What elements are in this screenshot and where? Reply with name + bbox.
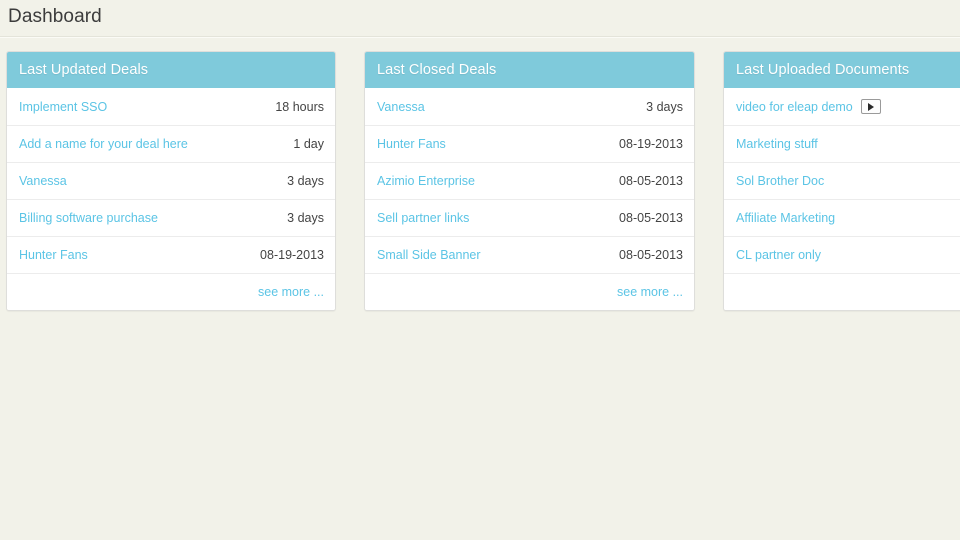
deal-date: 3 days [646, 99, 683, 114]
card-footer-last-closed-deals: see more ... [365, 273, 694, 310]
deal-date: 08-19-2013 [619, 137, 683, 151]
page-title: Dashboard [8, 6, 102, 27]
document-link[interactable]: Sol Brother Doc [736, 174, 824, 188]
dashboard-cards-row: Last Updated Deals Implement SSO 18 hour… [0, 51, 960, 321]
card-body-last-updated-deals: Implement SSO 18 hours Add a name for yo… [7, 88, 335, 273]
see-more-link[interactable]: see more ... [617, 285, 683, 299]
deal-time: 1 day [293, 137, 324, 151]
document-link-wrapper[interactable]: video for eleap demo [736, 99, 881, 114]
document-link[interactable]: Marketing stuff [736, 137, 818, 151]
table-row[interactable]: Sol Brother Doc A [724, 162, 960, 199]
card-footer-last-uploaded-documents: see more ... [724, 273, 960, 310]
deal-link[interactable]: Small Side Banner [377, 248, 481, 262]
document-link[interactable]: video for eleap demo [736, 100, 853, 114]
card-body-last-uploaded-documents: video for eleap demo A Marketing stuff A… [724, 88, 960, 273]
document-link[interactable]: Affiliate Marketing [736, 211, 835, 225]
card-header-last-uploaded-documents: Last Uploaded Documents [724, 52, 960, 88]
table-row[interactable]: CL partner only A [724, 236, 960, 273]
play-icon[interactable] [860, 99, 881, 114]
table-row[interactable]: Sell partner links 08-05-2013 [365, 199, 694, 236]
table-row[interactable]: Billing software purchase 3 days [7, 199, 335, 236]
deal-date: 08-05-2013 [619, 248, 683, 262]
deal-link[interactable]: Hunter Fans [19, 248, 88, 262]
card-last-closed-deals: Last Closed Deals Vanessa 3 days Hunter … [364, 51, 695, 311]
deal-time: 3 days [287, 174, 324, 188]
deal-link[interactable]: Billing software purchase [19, 211, 158, 225]
card-footer-last-updated-deals: see more ... [7, 273, 335, 310]
deal-link[interactable]: Sell partner links [377, 211, 469, 225]
deal-link[interactable]: Add a name for your deal here [19, 137, 188, 151]
see-more-link[interactable]: see more ... [258, 285, 324, 299]
dashboard-page: Dashboard Last Updated Deals Implement S… [0, 0, 960, 540]
deal-time: 18 hours [275, 99, 324, 114]
deal-time: 08-19-2013 [260, 248, 324, 262]
table-row[interactable]: Azimio Enterprise 08-05-2013 [365, 162, 694, 199]
table-row[interactable]: Vanessa 3 days [7, 162, 335, 199]
card-header-last-closed-deals: Last Closed Deals [365, 52, 694, 88]
title-divider [0, 36, 960, 38]
deal-link[interactable]: Vanessa [377, 100, 425, 114]
card-header-last-updated-deals: Last Updated Deals [7, 52, 335, 88]
play-triangle [868, 102, 875, 111]
table-row[interactable]: Hunter Fans 08-19-2013 [7, 236, 335, 273]
deal-link[interactable]: Vanessa [19, 174, 67, 188]
card-last-uploaded-documents: Last Uploaded Documents video for eleap … [723, 51, 960, 311]
document-link[interactable]: CL partner only [736, 248, 821, 262]
table-row[interactable]: Marketing stuff A [724, 125, 960, 162]
table-row[interactable]: Implement SSO 18 hours [7, 88, 335, 125]
table-row[interactable]: Small Side Banner 08-05-2013 [365, 236, 694, 273]
table-row[interactable]: video for eleap demo A [724, 88, 960, 125]
table-row[interactable]: Vanessa 3 days [365, 88, 694, 125]
deal-time: 3 days [287, 211, 324, 225]
card-last-updated-deals: Last Updated Deals Implement SSO 18 hour… [6, 51, 336, 311]
deal-link[interactable]: Hunter Fans [377, 137, 446, 151]
deal-date: 08-05-2013 [619, 174, 683, 188]
card-body-last-closed-deals: Vanessa 3 days Hunter Fans 08-19-2013 Az… [365, 88, 694, 273]
table-row[interactable]: Affiliate Marketing A [724, 199, 960, 236]
table-row[interactable]: Add a name for your deal here 1 day [7, 125, 335, 162]
deal-link[interactable]: Implement SSO [19, 100, 107, 114]
deal-date: 08-05-2013 [619, 211, 683, 225]
table-row[interactable]: Hunter Fans 08-19-2013 [365, 125, 694, 162]
deal-link[interactable]: Azimio Enterprise [377, 174, 475, 188]
